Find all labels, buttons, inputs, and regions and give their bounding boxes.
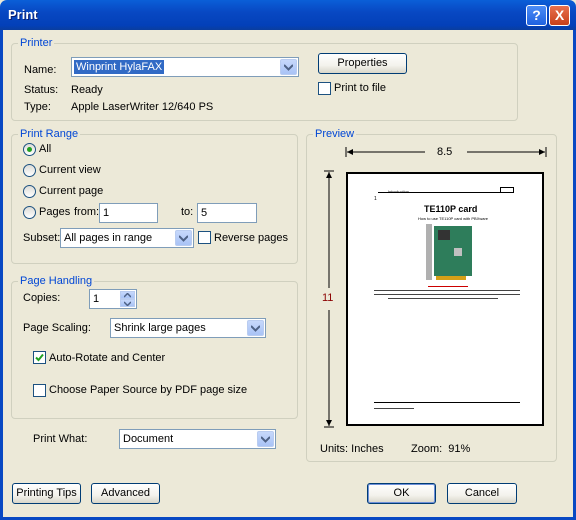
title-bar: Print ? X [0, 0, 576, 30]
preview-body-line-1 [374, 290, 520, 291]
chevron-down-icon[interactable] [175, 230, 192, 246]
close-button[interactable]: X [549, 5, 570, 26]
properties-button[interactable]: Properties [318, 53, 407, 74]
preview-body-line-3 [388, 298, 498, 299]
print-to-file-checkbox[interactable] [318, 82, 331, 95]
preview-header-num: 1 [374, 196, 377, 202]
from-page-value: 1 [103, 207, 110, 219]
advanced-button[interactable]: Advanced [91, 483, 160, 504]
preview-body-line-2 [374, 294, 520, 295]
reverse-pages-checkbox[interactable] [198, 231, 211, 244]
help-button[interactable]: ? [526, 5, 547, 26]
page-scaling-value: Shrink large pages [114, 322, 206, 334]
print-what-value: Document [123, 433, 174, 445]
print-to-file-label: Print to file [334, 82, 386, 94]
subset-select[interactable]: All pages in range [60, 228, 194, 248]
status-label: Status: [24, 84, 59, 96]
page-scaling-select[interactable]: Shrink large pages [110, 318, 266, 338]
page-scaling-label: Page Scaling: [23, 322, 91, 334]
spin-down-icon[interactable] [120, 299, 135, 307]
spin-up-icon[interactable] [120, 291, 135, 299]
to-page-value: 5 [201, 207, 208, 219]
preview-page: 1 Introduction TE110P card How to use TE… [346, 172, 544, 426]
from-page-input[interactable]: 1 [99, 203, 158, 223]
ok-button[interactable]: OK [367, 483, 436, 504]
page-height-value: 11 [322, 292, 334, 304]
printing-tips-button[interactable]: Printing Tips [12, 483, 81, 504]
printer-name-value: Winprint HylaFAX [74, 60, 165, 74]
copies-spin-buttons[interactable] [120, 291, 135, 307]
auto-rotate-checkbox[interactable] [33, 351, 46, 364]
preview-group-label: Preview [313, 128, 357, 140]
window-title: Print [8, 7, 38, 22]
reverse-pages-label: Reverse pages [214, 232, 288, 244]
preview-doc-subtitle: How to use TE110P card with PBXware [418, 216, 489, 221]
copies-stepper[interactable]: 1 [89, 289, 137, 309]
subset-value: All pages in range [64, 232, 153, 244]
print-what-label: Print What: [33, 433, 88, 445]
paper-source-checkbox[interactable] [33, 384, 46, 397]
preview-header-box [500, 187, 514, 193]
subset-label: Subset: [23, 232, 61, 244]
preview-doc-title: TE110P card [424, 204, 478, 214]
range-current-view-radio[interactable] [23, 164, 36, 177]
preview-header-rule [378, 192, 508, 193]
chevron-down-icon[interactable] [280, 59, 297, 75]
to-page-input[interactable]: 5 [197, 203, 257, 223]
zoom-label: Zoom: 91% [411, 443, 471, 455]
to-label: to: [181, 206, 194, 218]
chevron-down-icon[interactable] [247, 320, 264, 336]
copies-label: Copies: [23, 292, 61, 304]
type-label: Type: [24, 101, 51, 113]
range-all-label: All [39, 143, 52, 155]
from-label: from: [74, 206, 100, 218]
printer-group-label: Printer [18, 37, 55, 49]
preview-footer-rule [374, 402, 520, 403]
copies-value: 1 [93, 293, 100, 305]
units-label: Units: Inches [320, 443, 384, 455]
chevron-down-icon[interactable] [257, 431, 274, 447]
preview-footer-text [374, 408, 414, 409]
paper-source-label: Choose Paper Source by PDF page size [49, 384, 248, 396]
page-width-value: 8.5 [437, 146, 453, 158]
print-range-group-label: Print Range [18, 128, 81, 140]
cancel-button[interactable]: Cancel [447, 483, 517, 504]
checkmark-icon [35, 353, 44, 362]
range-pages-label: Pages [39, 206, 71, 218]
printer-name-select[interactable]: Winprint HylaFAX [71, 57, 299, 77]
pci-card-image-icon [426, 224, 472, 280]
page-handling-group-label: Page Handling [18, 275, 95, 287]
range-current-view-label: Current view [39, 164, 101, 176]
name-label: Name: [24, 64, 57, 76]
preview-red-line [428, 286, 468, 287]
range-current-page-label: Current page [39, 185, 104, 197]
range-current-page-radio[interactable] [23, 185, 36, 198]
range-all-radio[interactable] [23, 143, 36, 156]
status-value: Ready [71, 84, 103, 96]
type-value: Apple LaserWriter 12/640 PS [71, 101, 214, 113]
auto-rotate-label: Auto-Rotate and Center [49, 352, 166, 364]
print-what-select[interactable]: Document [119, 429, 276, 449]
range-pages-radio[interactable] [23, 206, 36, 219]
